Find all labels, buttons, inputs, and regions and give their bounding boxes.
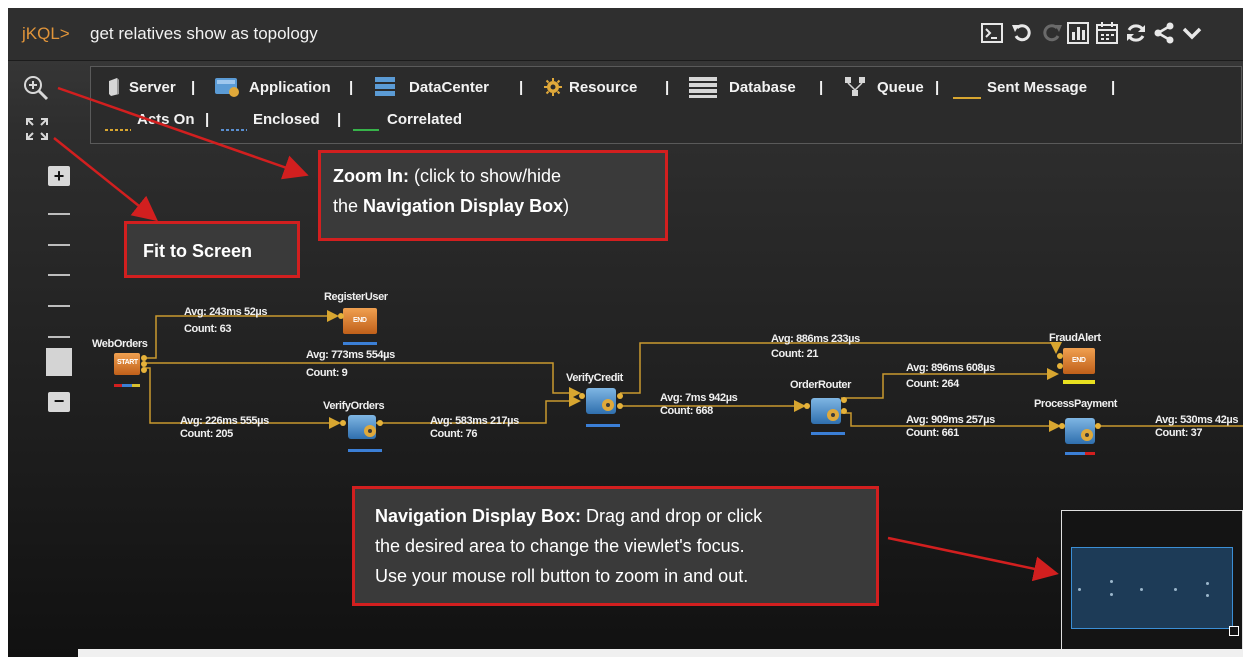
edge-label: Avg: 773ms 554µs Count: 9 bbox=[306, 349, 395, 380]
node-orderrouter[interactable] bbox=[804, 397, 847, 435]
edge-avg: Avg: 773ms 554µs bbox=[306, 349, 395, 361]
node-badge: START bbox=[117, 359, 138, 366]
edge-label: Avg: 243ms 52µs Count: 63 bbox=[184, 306, 267, 336]
topology-viewlet: jKQL> get relatives show as topology + −… bbox=[8, 8, 1243, 657]
callout-arrow-nav bbox=[887, 536, 1059, 582]
navigation-display-box[interactable] bbox=[1061, 510, 1243, 657]
node-verifycredit[interactable] bbox=[579, 388, 623, 427]
callout-text: ) bbox=[563, 196, 570, 216]
edge-count: Count: 205 bbox=[180, 428, 233, 440]
callout-text: (click to show/hide bbox=[408, 166, 562, 186]
node-registeruser[interactable] bbox=[338, 308, 377, 345]
node-fraudalert[interactable] bbox=[1057, 348, 1095, 384]
callout-arrow-zoom bbox=[57, 86, 309, 180]
callout-heading: Navigation Display Box: bbox=[375, 506, 582, 526]
edge-count: Count: 63 bbox=[184, 323, 232, 335]
nav-node-dot bbox=[1078, 588, 1081, 591]
edge-label: Avg: 226ms 555µs Count: 205 bbox=[180, 415, 269, 441]
edge-avg: Avg: 226ms 555µs bbox=[180, 415, 269, 427]
horizontal-scrollbar[interactable] bbox=[78, 649, 1243, 657]
nav-node-dot bbox=[1174, 588, 1177, 591]
callout-heading: Navigation Display Box bbox=[363, 196, 564, 216]
callout-text: Drag and drop or click bbox=[581, 506, 763, 526]
node-label: ProcessPayment bbox=[1034, 398, 1118, 410]
edge-avg: Avg: 896ms 608µs bbox=[906, 362, 995, 374]
nav-node-dot bbox=[1206, 594, 1209, 597]
edge-avg: Avg: 583ms 217µs bbox=[430, 415, 519, 427]
nav-node-dot bbox=[1206, 582, 1209, 585]
edge-avg: Avg: 243ms 52µs bbox=[184, 306, 268, 318]
edge-label: Avg: 7ms 942µs Count: 668 bbox=[660, 392, 738, 418]
node-label: OrderRouter bbox=[790, 379, 851, 391]
callout-text: the bbox=[333, 196, 364, 216]
edge-count: Count: 9 bbox=[306, 367, 348, 379]
edge-avg: Avg: 886ms 233µs bbox=[771, 333, 860, 345]
edge-count: Count: 37 bbox=[1155, 427, 1203, 439]
navigation-box-callout: Navigation Display Box: Drag and drop or… bbox=[352, 486, 879, 606]
edge-label: Avg: 896ms 608µs Count: 264 bbox=[906, 362, 995, 391]
nav-node-dot bbox=[1110, 593, 1113, 596]
node-label: RegisterUser bbox=[324, 291, 388, 303]
edge-label: Avg: 886ms 233µs Count: 21 bbox=[771, 333, 860, 361]
node-badge: END bbox=[1072, 357, 1086, 364]
nav-node-dot bbox=[1140, 588, 1143, 591]
edge-label: Avg: 583ms 217µs Count: 76 bbox=[430, 415, 519, 441]
navigation-resize-handle[interactable] bbox=[1229, 626, 1239, 636]
edge-count: Count: 661 bbox=[906, 427, 959, 439]
edge-count: Count: 21 bbox=[771, 348, 819, 360]
callout-heading: Zoom In: bbox=[333, 166, 409, 186]
callout-heading: Fit to Screen bbox=[143, 241, 253, 261]
callout-arrow-fit bbox=[53, 137, 158, 222]
node-label: VerifyCredit bbox=[566, 372, 623, 384]
node-label: FraudAlert bbox=[1049, 332, 1101, 344]
zoom-in-callout: Zoom In: (click to show/hide the Navigat… bbox=[318, 150, 668, 241]
edge-avg: Avg: 909ms 257µs bbox=[906, 414, 995, 426]
callout-text: the desired area to change the viewlet's… bbox=[375, 536, 745, 556]
node-processpayment[interactable] bbox=[1059, 418, 1101, 455]
edge-count: Count: 668 bbox=[660, 405, 713, 417]
edge-count: Count: 264 bbox=[906, 378, 959, 390]
nav-node-dot bbox=[1110, 580, 1113, 583]
edge-avg: Avg: 530ms 42µs bbox=[1155, 414, 1239, 426]
node-label: WebOrders bbox=[92, 338, 148, 350]
navigation-focus-rect[interactable] bbox=[1071, 547, 1233, 629]
edge-label: Avg: 530ms 42µs Count: 37 bbox=[1155, 414, 1238, 440]
edge-label: Avg: 909ms 257µs Count: 661 bbox=[906, 414, 995, 440]
callout-text: Use your mouse roll button to zoom in an… bbox=[375, 566, 749, 586]
node-label: VerifyOrders bbox=[323, 400, 385, 412]
edge-avg: Avg: 7ms 942µs bbox=[660, 392, 738, 404]
edge-count: Count: 76 bbox=[430, 428, 478, 440]
fit-to-screen-callout: Fit to Screen bbox=[124, 221, 300, 278]
node-badge: END bbox=[353, 317, 367, 324]
node-verifyorders[interactable] bbox=[340, 415, 383, 452]
